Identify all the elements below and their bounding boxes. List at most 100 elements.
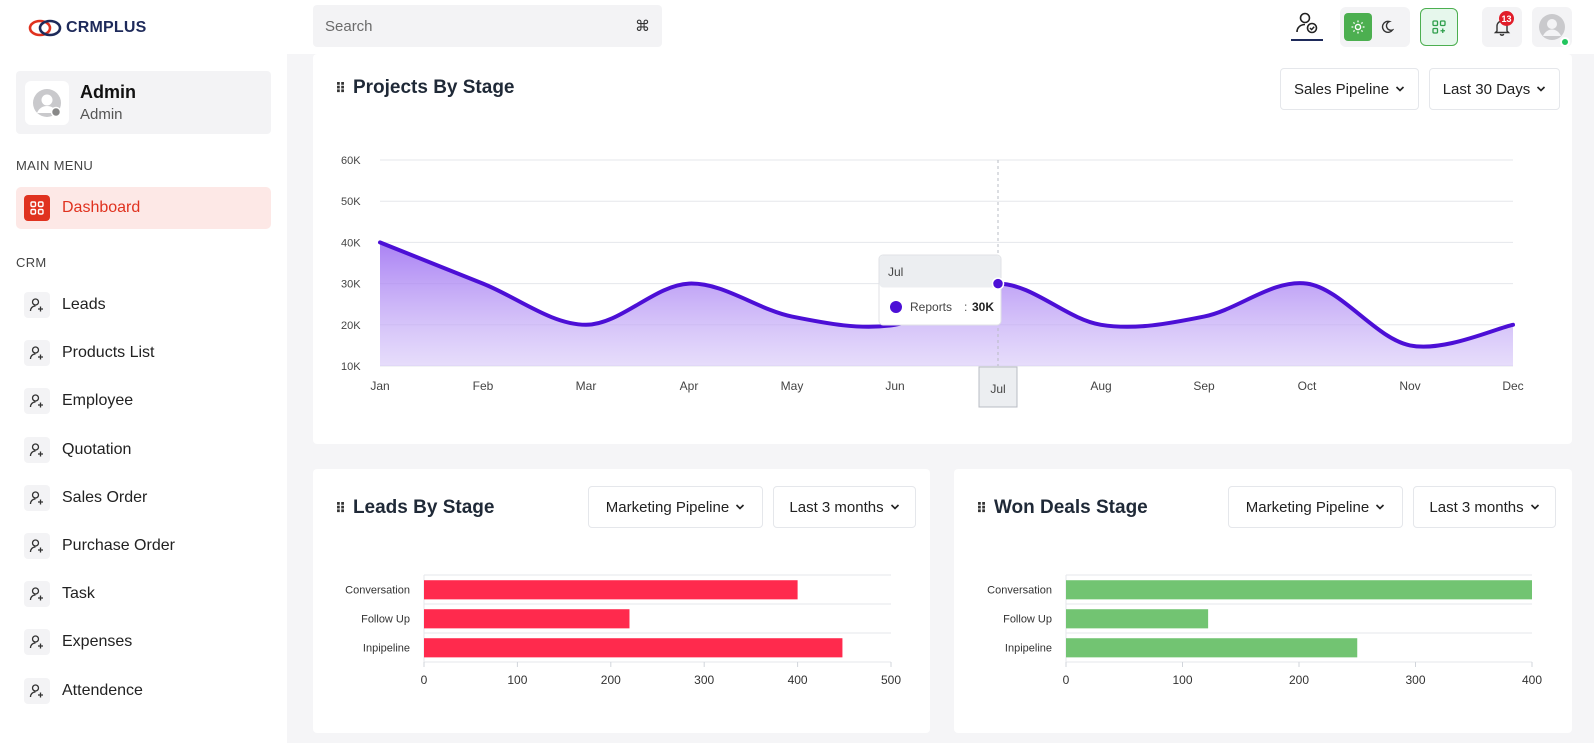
tooltip-value: 30K xyxy=(972,300,994,314)
user-check-button[interactable] xyxy=(1291,7,1323,41)
user-plus-icon xyxy=(24,677,50,704)
y-tick-label: 20K xyxy=(341,320,361,332)
y-tick-label: 30K xyxy=(341,279,361,291)
category-label: Inpipeline xyxy=(1005,643,1052,655)
moon-icon xyxy=(1381,20,1394,33)
apps-grid-icon xyxy=(1432,20,1446,34)
x-tick-label: 200 xyxy=(601,673,621,687)
profile-avatar-icon xyxy=(33,89,62,118)
dashboard-icon xyxy=(24,195,50,221)
command-key-icon: ⌘ xyxy=(635,18,650,35)
sidebar: Admin Admin MAIN MENU Dashboard CRM Lead… xyxy=(0,54,287,743)
category-label: Inpipeline xyxy=(363,643,410,655)
bar-follow-up[interactable] xyxy=(1066,609,1209,629)
main-menu-heading: MAIN MENU xyxy=(16,158,94,173)
x-tick-label: Dec xyxy=(1502,379,1523,393)
crm-heading: CRM xyxy=(16,255,47,270)
projects-by-stage-card: ⠿ Projects By Stage Sales Pipeline Last … xyxy=(313,54,1572,444)
sidebar-item-leads[interactable]: Leads xyxy=(16,284,271,326)
won-deals-bar-chart: Conversation Follow Up Inpipeline 0 100 200 30… xyxy=(987,574,1542,687)
won-deals-stage-card: ⠿ Won Deals Stage Marketing Pipeline Las… xyxy=(954,469,1572,733)
dark-mode-button[interactable] xyxy=(1380,20,1394,34)
user-plus-icon xyxy=(24,340,50,367)
x-tick-label: Oct xyxy=(1298,379,1317,393)
sidebar-item-expenses[interactable]: Expenses xyxy=(16,621,271,663)
user-avatar-button[interactable] xyxy=(1532,7,1572,47)
sidebar-item-sales-order[interactable]: Sales Order xyxy=(16,477,271,519)
x-tick-label: 400 xyxy=(788,673,808,687)
x-tick-label: 0 xyxy=(421,673,428,687)
leads-bar-chart: Conversation Follow Up Inpipeline 0 100 200 30… xyxy=(345,574,901,687)
apps-button[interactable] xyxy=(1420,8,1458,46)
user-plus-icon xyxy=(24,581,50,608)
x-tick-label: 300 xyxy=(694,673,714,687)
x-tick-label: 0 xyxy=(1063,673,1070,687)
leads-by-stage-card: ⠿ Leads By Stage Marketing Pipeline Last… xyxy=(313,469,930,733)
tooltip-series-marker xyxy=(890,301,902,313)
search-input[interactable] xyxy=(325,17,635,35)
x-tick-label: 500 xyxy=(881,673,901,687)
sidebar-item-purchase-order[interactable]: Purchase Order xyxy=(16,525,271,567)
bar-inpipeline[interactable] xyxy=(424,638,843,658)
user-plus-icon xyxy=(24,484,50,511)
sidebar-item-employee[interactable]: Employee xyxy=(16,380,271,422)
x-crosshair-label: Jul xyxy=(990,382,1005,396)
profile-role: Admin xyxy=(80,106,123,123)
theme-toggle xyxy=(1340,7,1410,47)
projects-area-chart: 10K 20K 30K 40K 50K 60K Jan Feb Mar Apr May Jun Jul A… xyxy=(341,155,1524,408)
bar-conversation[interactable] xyxy=(1066,580,1532,600)
sidebar-item-quotation[interactable]: Quotation xyxy=(16,429,271,471)
user-plus-icon xyxy=(24,292,50,318)
bar-conversation[interactable] xyxy=(424,580,798,600)
x-tick-label: Nov xyxy=(1399,379,1420,393)
light-mode-button[interactable] xyxy=(1344,13,1372,41)
y-tick-label: 10K xyxy=(341,361,361,373)
brand-logo[interactable]: CRMPLUS xyxy=(28,18,147,38)
x-tick-label: Jan xyxy=(370,379,389,393)
y-tick-label: 40K xyxy=(341,237,361,249)
chart-tooltip: Jul Reports:30K xyxy=(878,254,1002,326)
notifications-button[interactable]: 13 xyxy=(1482,7,1522,47)
avatar xyxy=(25,81,69,125)
sidebar-item-attendence[interactable]: Attendence xyxy=(16,670,271,712)
x-tick-label: Feb xyxy=(473,379,494,393)
category-label: Follow Up xyxy=(361,614,410,626)
sidebar-item-dashboard[interactable]: Dashboard xyxy=(16,187,271,229)
sidebar-item-label: Employee xyxy=(62,392,134,410)
search-bar: ⌘ xyxy=(313,5,662,47)
notification-count-badge: 13 xyxy=(1499,11,1514,26)
y-tick-label: 60K xyxy=(341,155,361,167)
x-tick-label: Aug xyxy=(1090,379,1111,393)
x-tick-label: Sep xyxy=(1193,379,1215,393)
sidebar-item-label: Purchase Order xyxy=(62,537,175,554)
x-tick-label: 400 xyxy=(1522,673,1542,687)
bar-inpipeline[interactable] xyxy=(1066,638,1358,658)
sidebar-item-label: Products List xyxy=(62,344,155,362)
highlight-point[interactable] xyxy=(991,277,1005,290)
category-label: Follow Up xyxy=(1003,614,1052,626)
bar-follow-up[interactable] xyxy=(424,609,630,629)
category-label: Conversation xyxy=(345,585,410,597)
sidebar-item-label: Expenses xyxy=(62,633,133,651)
profile-name: Admin xyxy=(80,82,136,102)
tooltip-colon: : xyxy=(964,300,967,314)
x-tick-label: 100 xyxy=(507,673,527,687)
user-check-icon xyxy=(1296,12,1318,34)
top-bar: CRMPLUS ⌘ xyxy=(0,0,1594,54)
x-tick-label: May xyxy=(781,379,804,393)
sidebar-item-task[interactable]: Task xyxy=(16,573,271,615)
sidebar-item-label: Task xyxy=(62,585,95,603)
x-tick-label: 300 xyxy=(1405,673,1425,687)
profile-card[interactable]: Admin Admin xyxy=(16,71,271,134)
sidebar-item-label: Leads xyxy=(62,296,106,313)
sidebar-item-label: Quotation xyxy=(62,440,132,458)
category-label: Conversation xyxy=(987,585,1052,597)
user-plus-icon xyxy=(24,533,50,559)
user-plus-icon xyxy=(24,436,50,463)
sidebar-item-products-list[interactable]: Products List xyxy=(16,332,271,374)
sidebar-item-label: Dashboard xyxy=(62,199,141,216)
x-tick-label: Jun xyxy=(885,379,904,393)
x-tick-label: 200 xyxy=(1289,673,1309,687)
x-tick-label: Mar xyxy=(576,379,597,393)
logo-mark-icon xyxy=(28,19,62,37)
